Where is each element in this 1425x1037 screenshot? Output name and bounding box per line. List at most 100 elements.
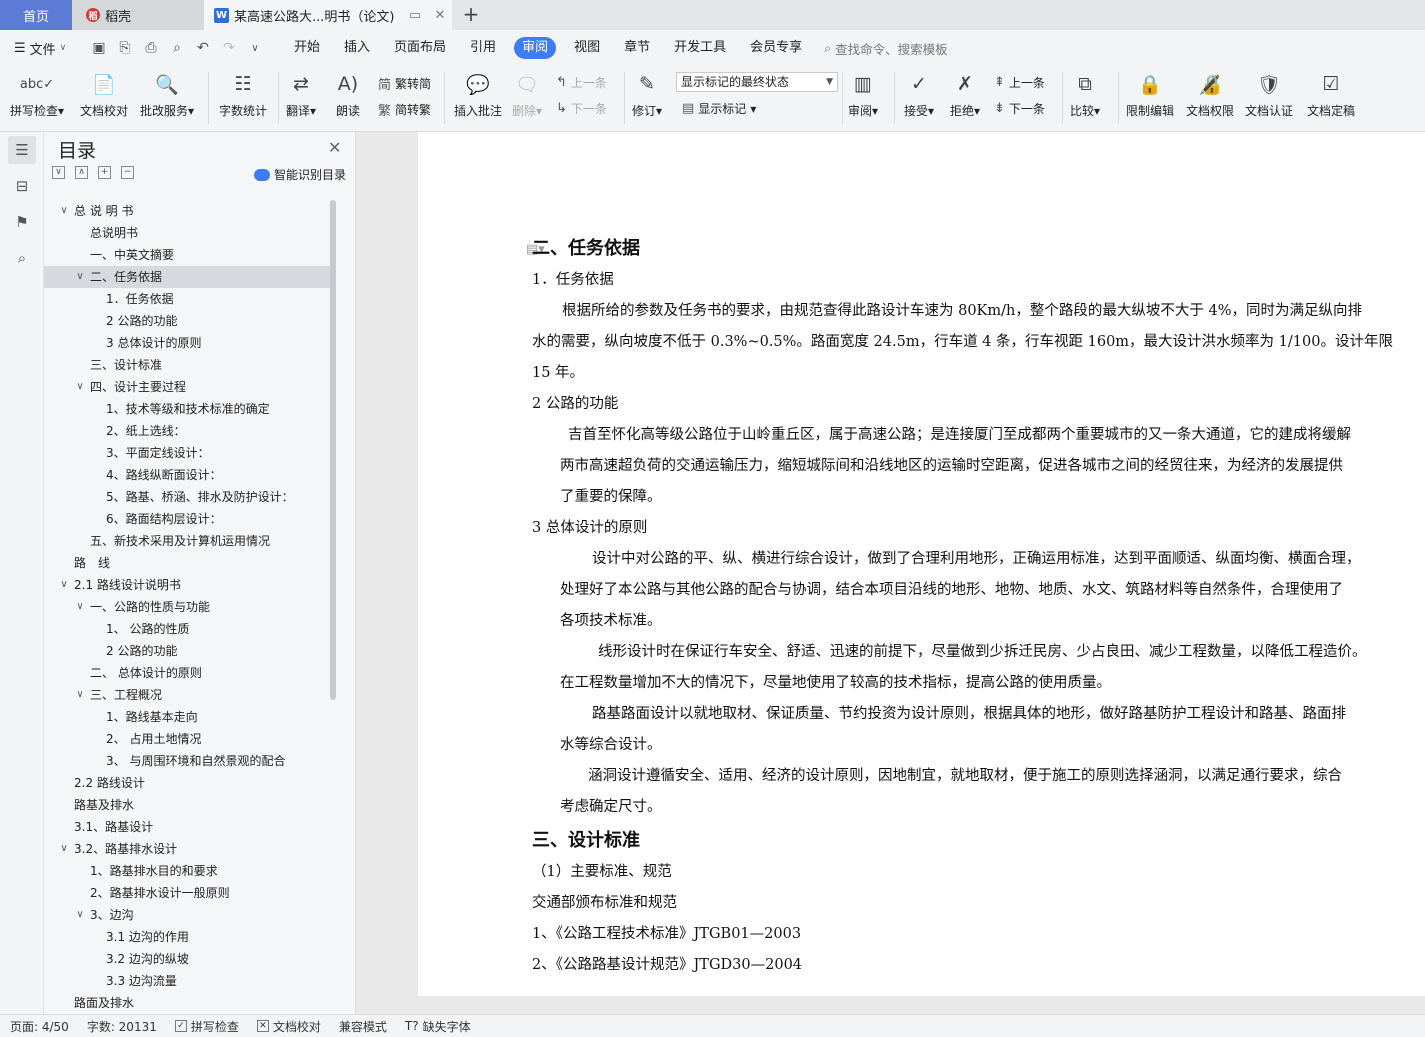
toc-item[interactable]: 2 公路的功能 [44, 310, 334, 332]
file-menu-button[interactable]: ☰ 文件 ∨ [0, 39, 86, 58]
show-markup-button[interactable]: ▤ 显示标记 ▾ [682, 100, 756, 117]
compare-button[interactable]: ⧉ 比较▾ [1070, 68, 1100, 119]
markup-state-select[interactable]: 显示标记的最终状态 ▼ [676, 72, 838, 92]
prev-change-button[interactable]: ⇞ 上一条 [994, 74, 1045, 91]
tab-4[interactable]: 审阅 [514, 37, 557, 59]
toc-item[interactable]: 1、 公路的性质 [44, 618, 334, 640]
toc-item[interactable]: ∨ 3.2、路基排水设计 [44, 838, 334, 860]
toc-item[interactable]: 2、纸上选线： [44, 420, 334, 442]
chevron-down-icon[interactable]: ∨ [58, 574, 70, 596]
spell-check-status[interactable]: ✓ 拼写检查 [174, 1018, 239, 1035]
insert-comment-button[interactable]: 💬 插入批注 [454, 68, 502, 119]
tab-document[interactable]: W 某高速公路大...明书（论文) ▭ ✕ [204, 0, 452, 30]
toc-item[interactable]: 2 公路的功能 [44, 640, 334, 662]
toc-item[interactable]: 2.2 路线设计 [44, 772, 334, 794]
tab-float-icon[interactable]: ▭ [407, 8, 423, 23]
accept-button[interactable]: ✓ 接受▾ [904, 68, 934, 119]
toc-item[interactable]: 1、路基排水目的和要求 [44, 860, 334, 882]
close-icon[interactable]: ✕ [328, 138, 341, 157]
chevron-down-icon[interactable]: ∨ [58, 200, 70, 222]
prev-comment-button[interactable]: ↰ 上一条 [556, 74, 607, 91]
smart-toc-button[interactable]: 智能识别目录 [254, 166, 346, 183]
export-pdf-icon[interactable]: ⎘ [114, 40, 136, 56]
chevron-down-icon[interactable]: ∨ [74, 596, 86, 618]
toc-item[interactable]: ∨ 3、边沟 [44, 904, 334, 926]
toc-item[interactable]: ∨ 2.1 路线设计说明书 [44, 574, 334, 596]
redo-icon[interactable]: ↷ [218, 40, 240, 56]
toc-item[interactable]: 5、路基、桥涵、排水及防护设计： [44, 486, 334, 508]
correction-service-button[interactable]: 🔍 批改服务▾ [140, 68, 194, 119]
toc-item[interactable]: 3 总体设计的原则 [44, 332, 334, 354]
plus-icon[interactable]: + [98, 166, 111, 179]
tab-3[interactable]: 引用 [458, 37, 508, 59]
toc-item[interactable]: 一、中英文摘要 [44, 244, 334, 266]
next-change-button[interactable]: ⇟ 下一条 [994, 100, 1045, 117]
next-comment-button[interactable]: ↳ 下一条 [556, 100, 607, 117]
spell-check-button[interactable]: abc✓ 拼写检查▾ [10, 68, 64, 119]
trad-to-simp-button[interactable]: 简繁转简 [378, 74, 431, 93]
toc-item[interactable]: 路面及排水 [44, 992, 334, 1008]
toc-item[interactable]: ∨ 总 说 明 书 [44, 200, 334, 222]
expand-up-icon[interactable]: ∧ [75, 166, 88, 179]
simp-to-trad-button[interactable]: 繁简转繁 [378, 100, 431, 119]
delete-comment-button[interactable]: 🗨 删除▾ [512, 68, 542, 119]
word-count-indicator[interactable]: 字数: 20131 [87, 1018, 157, 1035]
tab-6[interactable]: 章节 [612, 37, 662, 59]
toc-item[interactable]: 路基及排水 [44, 794, 334, 816]
chevron-down-icon[interactable]: ∨ [74, 684, 86, 706]
save-icon[interactable]: ▣ [88, 40, 110, 56]
toc-item[interactable]: ∨ 四、设计主要过程 [44, 376, 334, 398]
undo-icon[interactable]: ↶ [192, 40, 214, 56]
print-icon[interactable]: ⎙ [140, 40, 162, 56]
tab-5[interactable]: 视图 [562, 37, 612, 59]
toc-item[interactable]: 1．任务依据 [44, 288, 334, 310]
doc-finalize-button[interactable]: ☑ 文档定稿 [1307, 68, 1355, 119]
toc-item[interactable]: 二、 总体设计的原则 [44, 662, 334, 684]
restrict-edit-button[interactable]: 🔒 限制编辑 [1126, 68, 1174, 119]
toc-item[interactable]: 1、路线基本走向 [44, 706, 334, 728]
compat-mode-status[interactable]: 兼容模式 [339, 1018, 387, 1035]
toc-item[interactable]: 3.3 边沟流量 [44, 970, 334, 992]
toc-item[interactable]: 3.1 边沟的作用 [44, 926, 334, 948]
tab-0[interactable]: 开始 [282, 37, 332, 59]
translate-button[interactable]: ⇄ 翻译▾ [286, 68, 316, 119]
chapter-nav-icon[interactable]: ⊟ [8, 172, 36, 200]
doc-proof-button[interactable]: 📄 文档校对 [80, 68, 128, 119]
toc-scrollbar[interactable] [330, 200, 336, 700]
tab-7[interactable]: 开发工具 [662, 37, 738, 59]
chevron-down-icon[interactable]: ∨ [58, 838, 70, 860]
search-icon[interactable]: ⌕ [8, 244, 36, 272]
tab-1[interactable]: 插入 [332, 37, 382, 59]
reject-button[interactable]: ✗ 拒绝▾ [950, 68, 980, 119]
collapse-all-icon[interactable]: ∨ [52, 166, 65, 179]
command-search[interactable]: ⌕ 查找命令、搜索模板 [824, 39, 948, 58]
toc-item[interactable]: ∨ 二、任务依据 [44, 266, 334, 288]
toc-item[interactable]: ∨ 三、工程概况 [44, 684, 334, 706]
toc-item[interactable]: 3、 与周围环境和自然景观的配合 [44, 750, 334, 772]
document-page[interactable]: ▤▾ 二、任务依据 1．任务依据 根据所给的参数及任务书的要求，由规范查得此路设计车… [418, 132, 1425, 996]
toc-nav-icon[interactable]: ☰ [8, 136, 36, 164]
bookmark-icon[interactable]: ⚑ [8, 208, 36, 236]
print-preview-icon[interactable]: ⌕ [166, 40, 188, 56]
toc-item[interactable]: 3.2 边沟的纵坡 [44, 948, 334, 970]
chevron-down-icon[interactable]: ∨ [74, 376, 86, 398]
doc-proof-status[interactable]: ✕ 文档校对 [256, 1018, 321, 1035]
toc-item[interactable]: 3、平面定线设计： [44, 442, 334, 464]
minus-icon[interactable]: − [121, 166, 134, 179]
customize-chevron-icon[interactable]: ∨ [244, 43, 266, 54]
tab-home[interactable]: 首页 [0, 0, 72, 30]
toc-item[interactable]: 4、路线纵断面设计： [44, 464, 334, 486]
doc-certify-button[interactable]: 🛡 文档认证 [1245, 68, 1293, 119]
tab-8[interactable]: 会员专享 [738, 37, 814, 59]
toc-item[interactable]: 路 线 [44, 552, 334, 574]
review-pane-button[interactable]: ▥ 审阅▾ [848, 68, 878, 119]
doc-permission-button[interactable]: 🔏 文档权限 [1186, 68, 1234, 119]
page-indicator[interactable]: 页面: 4/50 [10, 1018, 69, 1035]
tab-daoke[interactable]: 稻 稻壳 [72, 0, 204, 30]
tab-2[interactable]: 页面布局 [382, 37, 458, 59]
missing-font-status[interactable]: T? 缺失字体 [405, 1018, 471, 1035]
toc-item[interactable]: 3.1、路基设计 [44, 816, 334, 838]
tab-close-icon[interactable]: ✕ [432, 8, 448, 23]
chevron-down-icon[interactable]: ∨ [74, 266, 86, 288]
chevron-down-icon[interactable]: ∨ [74, 904, 86, 926]
